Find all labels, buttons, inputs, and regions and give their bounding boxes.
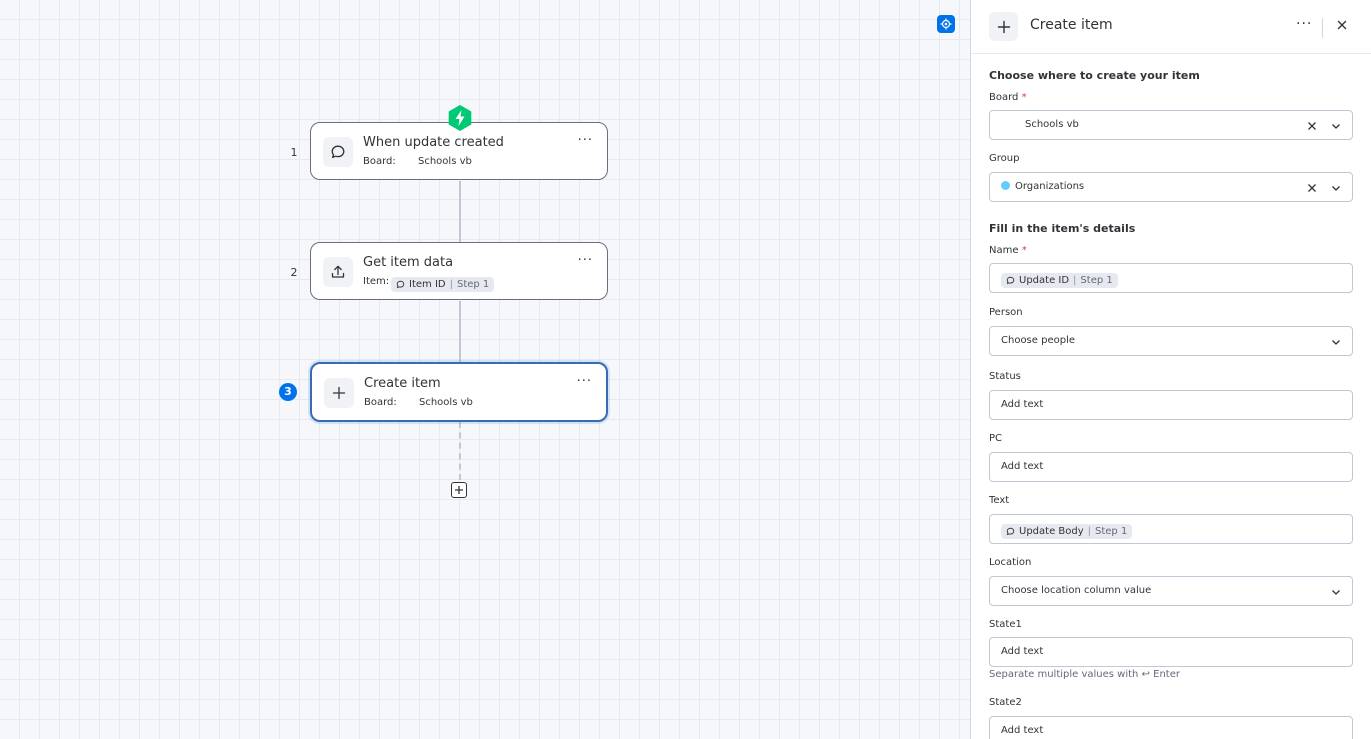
group-color-dot: [1001, 181, 1010, 190]
speech-bubble-icon: [1006, 527, 1015, 536]
state2-label: State2: [989, 697, 1022, 708]
panel-title: Create item: [1030, 17, 1113, 33]
section-title-details: Fill in the item's details: [989, 222, 1136, 235]
location-select[interactable]: Choose location column value: [989, 576, 1353, 606]
step-board-value: Schools vb: [418, 156, 472, 167]
person-placeholder: Choose people: [1001, 335, 1075, 346]
step-title: When update created: [363, 135, 504, 150]
step-number-3: 3: [279, 383, 297, 401]
state1-input[interactable]: Add text: [989, 637, 1353, 667]
state1-hint: Separate multiple values with ↩ Enter: [989, 669, 1180, 680]
location-label: Location: [989, 557, 1032, 568]
pc-label: PC: [989, 433, 1003, 444]
panel-header: Create item ···: [971, 0, 1371, 54]
step-node-get-item-data[interactable]: Get item data Item: Item ID | Step 1 ···: [310, 242, 608, 300]
status-placeholder: Add text: [1001, 399, 1044, 410]
step-menu-button[interactable]: ···: [578, 253, 593, 268]
workflow-canvas[interactable]: 1 When update created Board: Schools vb …: [0, 0, 970, 739]
item-id-chip[interactable]: Item ID | Step 1: [391, 274, 495, 293]
chevron-down-icon[interactable]: [1330, 586, 1342, 598]
speech-bubble-icon: [1006, 276, 1015, 285]
step-title: Get item data: [363, 255, 454, 270]
step-board-label: Board:: [364, 397, 397, 408]
chip-name: Item ID: [409, 279, 446, 290]
name-field[interactable]: Update ID | Step 1: [989, 263, 1353, 293]
step-node-create-item[interactable]: Create item Board: Schools vb ···: [310, 362, 608, 422]
board-label: Board *: [989, 92, 1027, 103]
lightning-icon: [446, 104, 474, 132]
chip-step: Step 1: [1095, 526, 1128, 537]
state2-input[interactable]: Add text: [989, 716, 1353, 739]
chevron-down-icon[interactable]: [1330, 182, 1342, 194]
plus-icon: [324, 378, 354, 408]
board-value: Schools vb: [1025, 119, 1079, 130]
text-field[interactable]: Update Body | Step 1: [989, 514, 1353, 544]
step-item-label: Item:: [363, 276, 390, 287]
locate-button[interactable]: [937, 15, 955, 33]
plus-icon: [455, 486, 463, 494]
create-item-panel: Create item ··· Choose where to create y…: [970, 0, 1371, 739]
connector-1-2: [459, 181, 461, 243]
step-menu-button[interactable]: ···: [578, 133, 593, 148]
status-input[interactable]: Add text: [989, 390, 1353, 420]
plus-icon: [989, 12, 1018, 41]
text-label: Text: [989, 495, 1010, 506]
chip-name: Update Body: [1019, 526, 1084, 537]
step-board-value: Schools vb: [419, 397, 473, 408]
target-icon: [940, 18, 952, 30]
chevron-down-icon[interactable]: [1330, 120, 1342, 132]
status-label: Status: [989, 371, 1021, 382]
connector-2-3: [459, 301, 461, 363]
speech-bubble-icon: [323, 137, 353, 167]
connector-3-add: [459, 422, 461, 480]
chip-separator: |: [449, 279, 453, 290]
close-button[interactable]: [1335, 18, 1349, 32]
group-value: Organizations: [1001, 181, 1084, 192]
pc-placeholder: Add text: [1001, 461, 1044, 472]
step-menu-button[interactable]: ···: [577, 374, 592, 389]
update-body-chip[interactable]: Update Body | Step 1: [1001, 521, 1133, 540]
name-label: Name *: [989, 245, 1027, 256]
state1-placeholder: Add text: [1001, 646, 1044, 657]
upload-icon: [323, 257, 353, 287]
panel-more-button[interactable]: ···: [1296, 16, 1312, 32]
person-select[interactable]: Choose people: [989, 326, 1353, 356]
header-divider: [1322, 18, 1323, 38]
location-placeholder: Choose location column value: [1001, 585, 1152, 596]
group-select[interactable]: Organizations: [989, 172, 1353, 202]
chip-step: Step 1: [1080, 275, 1113, 286]
board-select[interactable]: Schools vb: [989, 110, 1353, 140]
pc-input[interactable]: Add text: [989, 452, 1353, 482]
clear-icon[interactable]: [1306, 182, 1318, 194]
chip-separator: |: [1087, 526, 1092, 537]
state1-label: State1: [989, 619, 1022, 630]
clear-icon[interactable]: [1306, 120, 1318, 132]
step-title: Create item: [364, 376, 441, 391]
step-number-2: 2: [290, 266, 298, 279]
step-board-label: Board:: [363, 156, 396, 167]
chevron-down-icon[interactable]: [1330, 336, 1342, 348]
person-label: Person: [989, 307, 1023, 318]
step-number-1: 1: [290, 146, 298, 159]
group-label: Group: [989, 153, 1020, 164]
state2-placeholder: Add text: [1001, 725, 1044, 736]
chip-separator: |: [1073, 275, 1077, 286]
speech-bubble-icon: [396, 280, 405, 289]
chip-step: Step 1: [456, 279, 490, 290]
update-id-chip[interactable]: Update ID | Step 1: [1001, 270, 1118, 289]
chip-name: Update ID: [1019, 275, 1070, 286]
close-icon: [1337, 20, 1347, 30]
section-title-where: Choose where to create your item: [989, 69, 1200, 82]
add-step-button[interactable]: [451, 482, 467, 498]
